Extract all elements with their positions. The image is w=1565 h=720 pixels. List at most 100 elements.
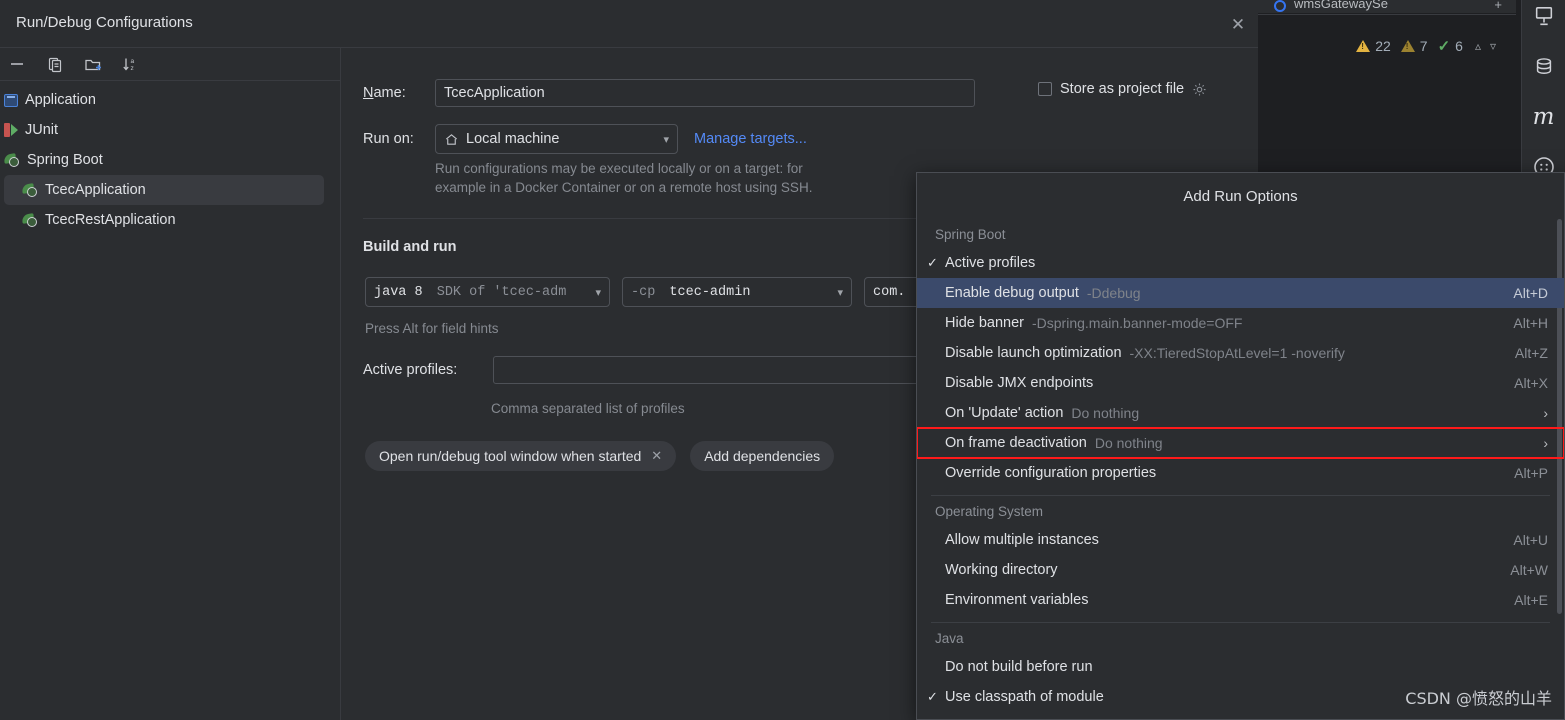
dialog-title: Run/Debug Configurations	[16, 14, 193, 31]
home-icon	[445, 133, 458, 145]
inspections-widget[interactable]: 22 7 ✓ 6 ▵ ▿	[1356, 37, 1498, 55]
menu-item-accel: Alt+Z	[1514, 345, 1548, 361]
name-label: Name:	[363, 85, 406, 101]
previous-problem-button[interactable]: ▵	[1473, 39, 1483, 53]
menu-item-label: Do not build before run	[945, 659, 1093, 675]
menu-item-environment-variables[interactable]: Environment variables Alt+E	[917, 585, 1564, 615]
menu-item-active-profiles[interactable]: ✓ Active profiles	[917, 248, 1564, 278]
warning-major-icon	[1356, 40, 1371, 52]
spring-boot-icon	[22, 183, 38, 197]
main-class-value: com.	[873, 284, 906, 300]
configurations-tree-panel: a z Application JUnit Spring Boot TcecAp…	[0, 48, 341, 720]
editor-tab-label[interactable]: wmsGatewaySe	[1294, 0, 1388, 11]
menu-item-label: Working directory	[945, 562, 1058, 578]
tree-item-label: Application	[25, 92, 96, 108]
run-on-label: Run on:	[363, 131, 414, 147]
active-profiles-label: Active profiles:	[363, 362, 458, 378]
menu-item-do-not-build-before-run[interactable]: Do not build before run	[917, 652, 1564, 682]
gear-icon[interactable]	[1192, 82, 1207, 97]
classpath-combo[interactable]: -cp tcec-admin ▾	[622, 277, 852, 307]
check-count: 6	[1455, 38, 1463, 54]
database-icon[interactable]	[1531, 54, 1557, 80]
warning-minor-count: 7	[1419, 38, 1428, 54]
check-icon: ✓	[927, 689, 938, 704]
menu-item-disable-jmx-endpoints[interactable]: Disable JMX endpoints Alt+X	[917, 368, 1564, 398]
menu-item-label: Hide banner	[945, 315, 1024, 331]
menu-item-accel: Alt+X	[1514, 375, 1548, 391]
menu-item-sub: -Dspring.main.banner-mode=OFF	[1032, 315, 1243, 331]
tree-item-application[interactable]: Application	[0, 85, 340, 115]
sort-az-icon[interactable]: a z	[120, 53, 142, 75]
menu-item-accel: Alt+P	[1514, 465, 1548, 481]
cp-suffix: tcec-admin	[669, 284, 751, 300]
tree-item-spring-boot[interactable]: Spring Boot	[0, 145, 340, 175]
run-on-value: Local machine	[466, 131, 560, 147]
name-input[interactable]: TcecApplication	[435, 79, 975, 107]
check-ok-icon: ✓	[1437, 38, 1451, 55]
menu-item-sub: Do nothing	[1071, 405, 1140, 421]
menu-item-label: Allow multiple instances	[945, 532, 1099, 548]
store-as-project-file-row[interactable]: Store as project file	[1038, 81, 1207, 97]
add-tab-icon[interactable]: +	[1494, 0, 1502, 12]
jre-suffix: SDK of 'tcec-adm	[436, 284, 567, 300]
menu-item-label: Active profiles	[945, 255, 1036, 271]
jre-combo[interactable]: java 8 SDK of 'tcec-adm ▾	[365, 277, 610, 307]
group-label-spring-boot: Spring Boot	[935, 227, 1006, 242]
check-icon: ✓	[927, 255, 938, 270]
tree-item-label: Spring Boot	[27, 152, 103, 168]
run-on-hint-line1: Run configurations may be executed local…	[435, 161, 803, 176]
deploy-icon[interactable]	[1531, 4, 1557, 30]
menu-item-override-configuration-properties[interactable]: Override configuration properties Alt+P	[917, 458, 1564, 488]
popup-title: Add Run Options	[1183, 187, 1298, 205]
tree-item-label: TcecRestApplication	[45, 212, 176, 228]
jre-prefix: java 8	[374, 284, 423, 300]
menu-item-allow-multiple-instances[interactable]: Allow multiple instances Alt+U	[917, 525, 1564, 555]
build-and-run-title: Build and run	[363, 239, 457, 255]
tree-item-label: JUnit	[25, 122, 59, 138]
svg-text:a: a	[131, 58, 135, 65]
run-on-combo[interactable]: Local machine ▾	[435, 124, 678, 154]
run-on-row: Run on: Local machine ▾ Manage targets..…	[363, 124, 807, 154]
menu-item-accel: Alt+E	[1514, 592, 1548, 608]
editor-panel: 22 7 ✓ 6 ▵ ▿	[1258, 14, 1516, 120]
close-icon[interactable]: ✕	[1227, 15, 1249, 37]
menu-item-on-update-action[interactable]: On 'Update' action Do nothing ›	[917, 398, 1564, 428]
maven-icon[interactable]: m	[1531, 104, 1557, 130]
chip-open-run-debug-tool-window[interactable]: Open run/debug tool window when started …	[365, 441, 677, 471]
store-as-project-file-checkbox[interactable]	[1038, 82, 1052, 96]
menu-item-accel: Alt+W	[1510, 562, 1548, 578]
tree-item-tcecapplication[interactable]: TcecApplication	[4, 175, 324, 205]
store-as-project-file-label: Store as project file	[1060, 81, 1185, 97]
menu-item-disable-launch-optimization[interactable]: Disable launch optimization -XX:TieredSt…	[917, 338, 1564, 368]
menu-item-sub: -XX:TieredStopAtLevel=1 -noverify	[1129, 345, 1345, 361]
next-problem-button[interactable]: ▿	[1488, 39, 1498, 53]
chevron-down-icon: ▾	[837, 286, 843, 299]
warning-minor-icon	[1400, 40, 1415, 52]
menu-item-label: Enable debug output	[945, 285, 1079, 301]
chip-label: Add dependencies	[704, 448, 821, 464]
menu-item-label: Override configuration properties	[945, 465, 1157, 481]
copy-configuration-icon[interactable]	[44, 53, 66, 75]
run-on-hint-line2: example in a Docker Container or on a re…	[435, 180, 813, 195]
chip-add-dependencies[interactable]: Add dependencies	[690, 441, 835, 471]
menu-item-sub: Do nothing	[1094, 435, 1163, 451]
svg-text:z: z	[131, 65, 134, 72]
build-and-run-controls: java 8 SDK of 'tcec-adm ▾ -cp tcec-admin…	[365, 277, 984, 307]
menu-item-label: On 'Update' action	[945, 405, 1064, 421]
tree-item-tcecrestapplication[interactable]: TcecRestApplication	[0, 205, 340, 235]
chevron-down-icon: ▾	[663, 133, 669, 146]
menu-item-enable-debug-output[interactable]: Enable debug output -Ddebug Alt+D	[917, 278, 1564, 308]
menu-item-label: Environment variables	[945, 592, 1089, 608]
cp-prefix: -cp	[631, 284, 656, 300]
active-profiles-hint: Comma separated list of profiles	[491, 401, 685, 416]
add-run-options-popup: Add Run Options Spring Boot ✓ Active pro…	[916, 172, 1565, 720]
menu-item-working-directory[interactable]: Working directory Alt+W	[917, 555, 1564, 585]
new-folder-icon[interactable]	[82, 53, 104, 75]
menu-item-on-frame-deactivation[interactable]: On frame deactivation Do nothing ›	[917, 427, 1564, 459]
editor-tab-bar: wmsGatewaySe +	[1258, 0, 1516, 14]
remove-configuration-button[interactable]	[6, 53, 28, 75]
manage-targets-link[interactable]: Manage targets...	[694, 131, 807, 147]
tree-item-junit[interactable]: JUnit	[0, 115, 340, 145]
close-icon[interactable]: ✕	[651, 448, 662, 464]
menu-item-hide-banner[interactable]: Hide banner -Dspring.main.banner-mode=OF…	[917, 308, 1564, 338]
